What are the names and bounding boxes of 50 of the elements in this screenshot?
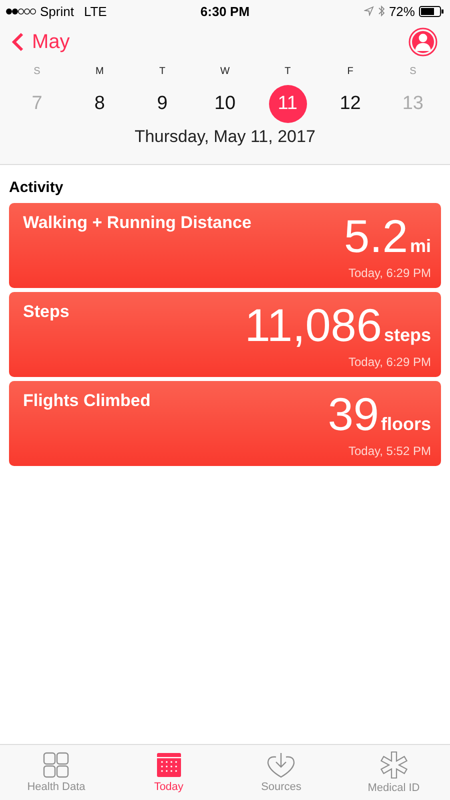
activity-card[interactable]: Flights Climbed 39 floors Today, 5:52 PM xyxy=(9,381,441,466)
metric-unit: mi xyxy=(410,237,431,255)
heart-download-icon xyxy=(266,752,296,778)
signal-icon xyxy=(6,8,36,14)
date-button[interactable]: 8 xyxy=(80,85,119,123)
card-title: Steps xyxy=(23,302,70,323)
carrier-name: Sprint xyxy=(40,4,74,18)
weekday-label: M xyxy=(95,66,104,77)
metric-value: 11,086 xyxy=(244,302,382,348)
chevron-left-icon xyxy=(12,32,24,52)
section-title: Activity xyxy=(9,178,64,198)
battery-percent: 72% xyxy=(388,4,415,18)
location-icon xyxy=(364,6,374,16)
card-title: Flights Climbed xyxy=(23,391,150,412)
update-time: Today, 5:52 PM xyxy=(348,444,431,458)
card-title: Walking + Running Distance xyxy=(23,213,252,234)
selected-date: Thursday, May 11, 2017 xyxy=(134,127,316,147)
date-button[interactable]: 11 xyxy=(268,85,307,123)
weekday-label: T xyxy=(159,66,166,77)
calendar-icon xyxy=(156,752,182,778)
battery-icon xyxy=(418,6,444,16)
date-button[interactable]: 9 xyxy=(143,85,182,123)
activity-card[interactable]: Steps 11,086 steps Today, 6:29 PM xyxy=(9,292,441,377)
network-type: LTE xyxy=(84,4,107,18)
date-button[interactable]: 7 xyxy=(18,85,56,123)
metric-value: 39 xyxy=(328,391,379,437)
clock: 6:30 PM xyxy=(200,4,250,18)
profile-icon[interactable] xyxy=(408,27,438,57)
tab[interactable]: Medical ID xyxy=(338,745,450,800)
update-time: Today, 6:29 PM xyxy=(348,355,431,369)
weekday-label: S xyxy=(410,66,416,77)
metric-value: 5.2 xyxy=(344,213,408,259)
activity-card[interactable]: Walking + Running Distance 5.2 mi Today, 6:29 PM xyxy=(9,203,441,288)
weekday-label: F xyxy=(347,66,354,77)
weekday-label: W xyxy=(220,66,230,77)
back-button[interactable]: May xyxy=(12,30,70,54)
grid-icon xyxy=(43,752,70,778)
asterisk-icon xyxy=(380,751,408,779)
tab[interactable]: Sources xyxy=(225,745,338,800)
metric-unit: floors xyxy=(380,415,431,433)
weekday-label: S xyxy=(34,66,40,77)
tab[interactable]: Health Data xyxy=(0,745,112,800)
metric-unit: steps xyxy=(384,326,431,344)
update-time: Today, 6:29 PM xyxy=(348,266,431,280)
bluetooth-icon xyxy=(378,5,385,17)
weekday-label: T xyxy=(284,66,291,77)
date-button[interactable]: 10 xyxy=(206,85,244,123)
date-button[interactable]: 13 xyxy=(394,85,432,123)
tab[interactable]: Today xyxy=(112,745,225,800)
date-button[interactable]: 12 xyxy=(331,85,370,123)
